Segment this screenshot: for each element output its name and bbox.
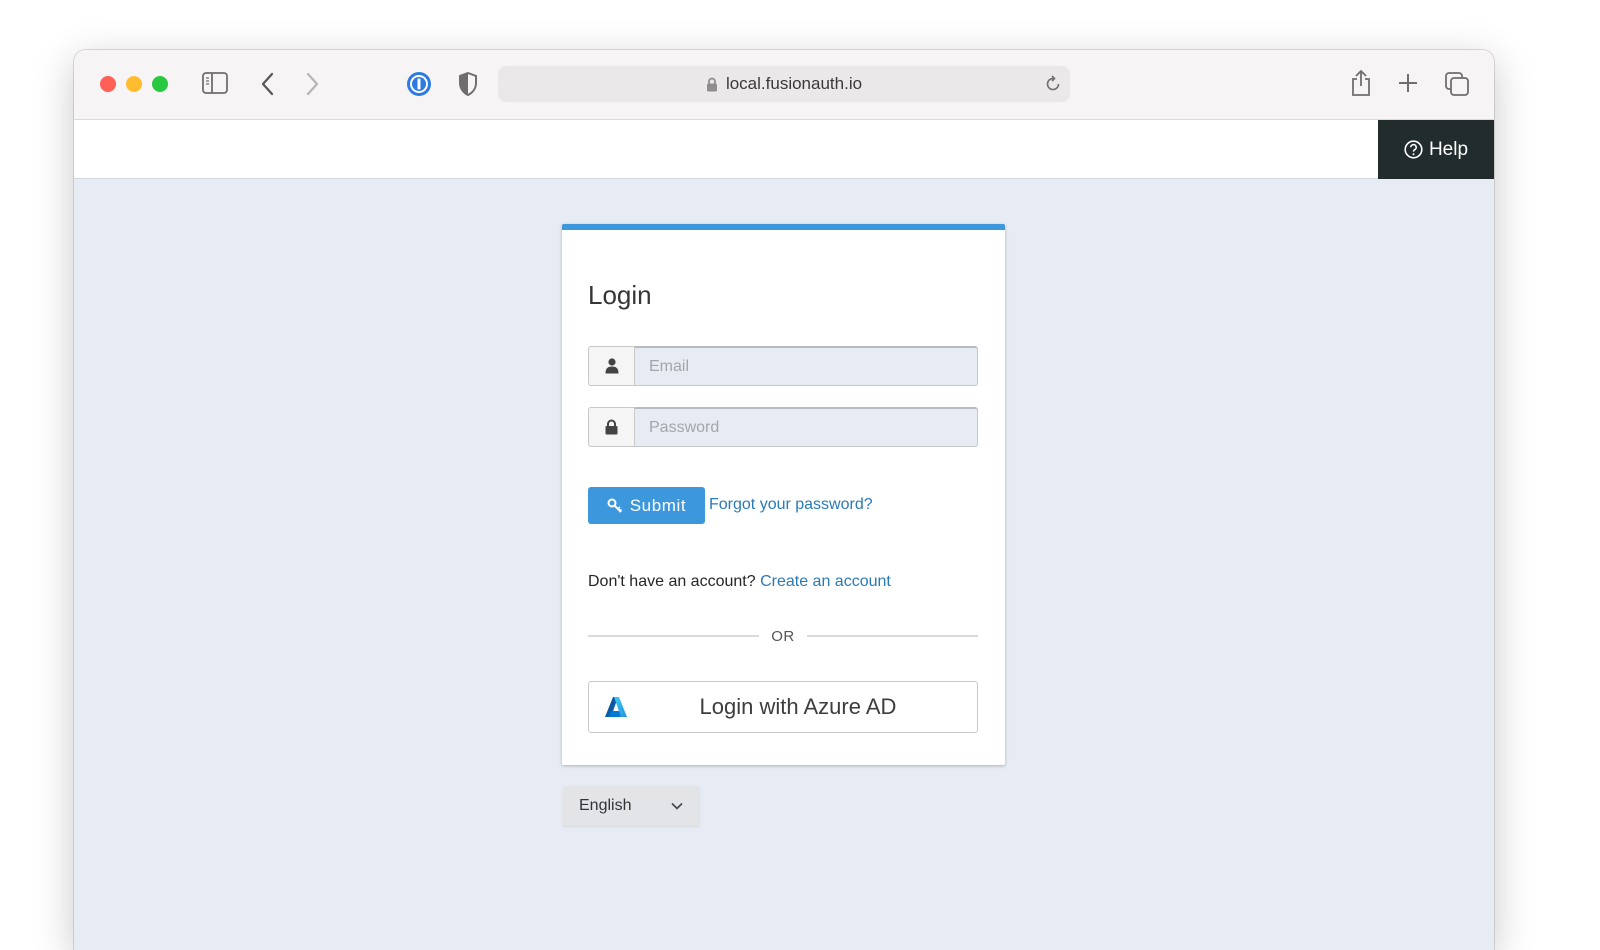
divider-line-left	[588, 635, 760, 637]
forgot-password-link[interactable]: Forgot your password?	[709, 496, 873, 514]
question-circle-icon	[1404, 140, 1423, 159]
help-label: Help	[1428, 138, 1469, 160]
login-panel: Login Submit Forgot your password?	[562, 224, 1005, 765]
onepassword-icon[interactable]	[406, 71, 432, 97]
email-input[interactable]	[635, 346, 978, 386]
forward-icon[interactable]	[306, 72, 320, 96]
create-account-row: Don't have an account? Create an account	[588, 573, 891, 591]
language-selected: English	[579, 797, 632, 814]
email-input-group	[588, 346, 978, 386]
sidebar-icon[interactable]	[202, 72, 228, 94]
password-input[interactable]	[635, 407, 978, 447]
or-divider: OR	[588, 627, 978, 645]
submit-button[interactable]: Submit	[588, 487, 705, 524]
no-account-text: Don't have an account?	[588, 573, 756, 590]
url-text: local.fusionauth.io	[725, 74, 863, 93]
azure-logo-icon	[605, 697, 627, 720]
lock-icon	[706, 77, 718, 92]
new-tab-icon[interactable]	[1398, 73, 1418, 93]
create-account-link[interactable]: Create an account	[760, 573, 891, 590]
language-select[interactable]: English	[562, 786, 700, 826]
back-icon[interactable]	[260, 72, 274, 96]
submit-label: Submit	[629, 495, 687, 515]
chevron-down-icon	[671, 802, 683, 810]
divider-line-right	[806, 635, 978, 637]
user-icon	[588, 346, 635, 386]
login-with-azure-button[interactable]: Login with Azure AD	[588, 681, 978, 733]
reload-icon[interactable]	[1044, 75, 1062, 98]
browser-window: local.fusionauth.io Help Login Email Sub…	[74, 50, 1494, 950]
azure-button-label: Login with Azure AD	[699, 694, 897, 719]
page-content: Login Submit Forgot your password?	[74, 179, 1494, 950]
page-title: Login	[588, 280, 652, 310]
share-icon[interactable]	[1350, 69, 1372, 97]
page-header: Help	[74, 120, 1494, 179]
close-window-button[interactable]	[100, 76, 116, 92]
help-button[interactable]: Help	[1378, 120, 1494, 179]
browser-toolbar: local.fusionauth.io	[74, 50, 1494, 120]
or-text: OR	[771, 627, 795, 645]
password-input-group	[588, 407, 978, 447]
lock-icon	[588, 407, 635, 447]
zoom-window-button[interactable]	[152, 76, 168, 92]
address-bar[interactable]: local.fusionauth.io	[498, 66, 1070, 102]
privacy-shield-icon[interactable]	[458, 72, 478, 96]
minimize-window-button[interactable]	[126, 76, 142, 92]
tabs-overview-icon[interactable]	[1445, 72, 1469, 96]
key-icon	[607, 498, 623, 514]
